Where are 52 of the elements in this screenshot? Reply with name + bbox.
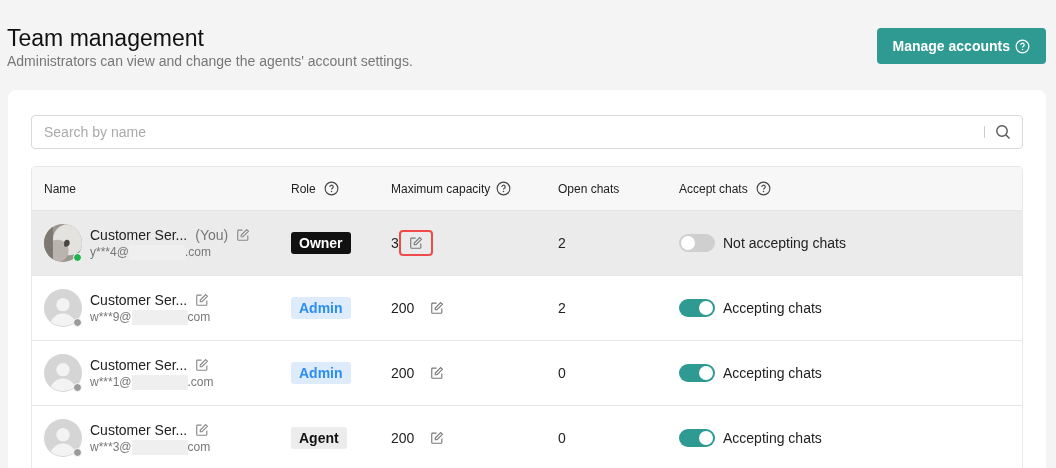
capacity-value: 200 — [391, 365, 415, 381]
edit-icon[interactable] — [430, 301, 445, 315]
search-field[interactable]: Search by name — [31, 115, 1023, 149]
manage-accounts-button[interactable]: Manage accounts — [876, 28, 1046, 64]
edit-icon[interactable] — [430, 366, 445, 380]
agent-name: Customer Ser... — [90, 291, 188, 308]
accept-status: Accepting chats — [723, 300, 822, 316]
edit-icon[interactable] — [195, 422, 210, 437]
toggle-switch[interactable] — [679, 234, 715, 252]
edit-icon[interactable] — [408, 236, 423, 250]
email-end: com — [187, 310, 211, 324]
search-icon[interactable] — [995, 124, 1011, 140]
accept-status: Accepting chats — [723, 430, 822, 446]
help-icon — [1015, 38, 1030, 54]
open-chats-value: 2 — [558, 300, 566, 316]
edit-icon[interactable] — [430, 431, 445, 445]
accept-status: Not accepting chats — [723, 235, 846, 251]
email-end: .com — [187, 375, 214, 389]
email-end: com — [187, 440, 211, 454]
role-badge: Admin — [291, 297, 351, 319]
agent-name: Customer Ser... — [90, 226, 188, 243]
capacity-value: 200 — [391, 430, 415, 446]
open-chats-value: 2 — [558, 235, 566, 251]
capacity-value: 3 — [391, 235, 399, 251]
agent-name: Customer Ser... — [90, 421, 188, 438]
open-chats-value: 0 — [558, 430, 566, 446]
edit-icon[interactable] — [195, 357, 210, 372]
role-badge: Admin — [291, 362, 351, 384]
email-end: .com — [184, 245, 211, 259]
role-badge: Owner — [291, 232, 351, 254]
edit-icon[interactable] — [236, 227, 251, 242]
page-subtitle: Administrators can view and change the agents' account settings. — [7, 53, 413, 69]
page-title: Team management — [7, 25, 205, 51]
column-header: Role — [291, 181, 316, 196]
column-header: Maximum capacity — [391, 181, 491, 196]
edit-icon[interactable] — [195, 292, 210, 307]
email-start: w***9@ — [90, 310, 132, 324]
capacity-value: 200 — [391, 300, 415, 316]
column-header: Name — [44, 181, 76, 196]
toggle-switch[interactable] — [679, 429, 715, 447]
role-badge: Agent — [291, 427, 347, 449]
email-start: y***4@ — [90, 245, 129, 259]
email-start: w***3@ — [90, 440, 132, 454]
toggle-switch[interactable] — [679, 364, 715, 382]
email-start: w***1@ — [90, 375, 132, 389]
column-header: Accept chats — [679, 181, 748, 196]
agent-name: Customer Ser... — [90, 356, 188, 373]
you-label: (You) — [195, 226, 229, 243]
toggle-switch[interactable] — [679, 299, 715, 317]
accept-status: Accepting chats — [723, 365, 822, 381]
column-header: Open chats — [558, 181, 620, 196]
open-chats-value: 0 — [558, 365, 566, 381]
